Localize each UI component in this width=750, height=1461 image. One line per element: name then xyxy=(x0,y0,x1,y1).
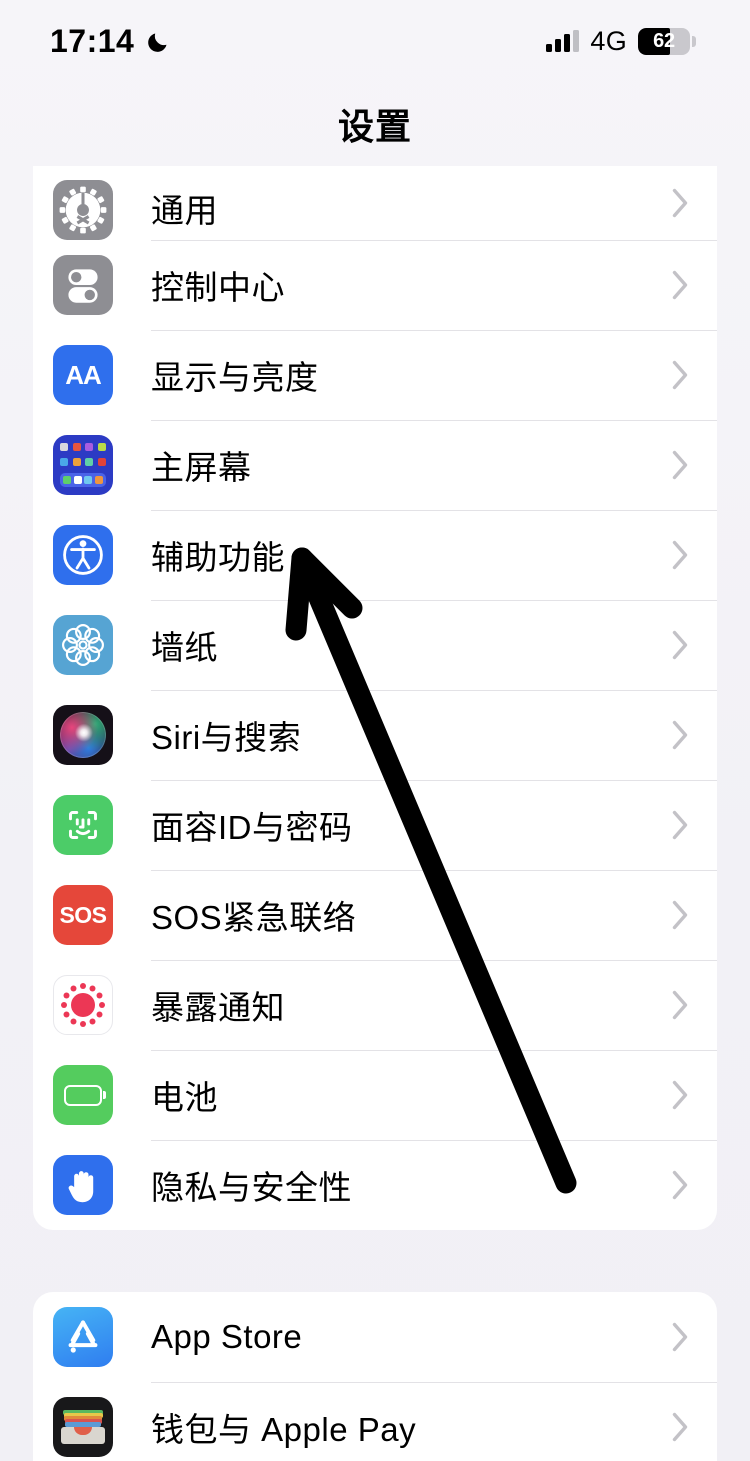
settings-row[interactable]: SOS SOS紧急联络 xyxy=(33,870,717,960)
settings-row[interactable]: Siri与搜索 xyxy=(33,690,717,780)
chevron-right-icon xyxy=(672,360,689,390)
settings-row-label: 暴露通知 xyxy=(151,989,285,1026)
settings-list[interactable]: 通用 控制中心 AA 显示与亮度 主屏幕 辅助功能 墙纸 Siri与搜索 面容ID与密码 SOS S… xyxy=(0,166,750,1461)
wallet-icon xyxy=(53,1397,113,1457)
battery-percent-label: 62 xyxy=(653,29,675,52)
settings-row[interactable]: 面容ID与密码 xyxy=(33,780,717,870)
settings-row-label: 控制中心 xyxy=(151,269,285,306)
aa-text-size-icon: AA xyxy=(53,345,113,405)
iphone-screen: 17:14 4G 62 设置 通用 控制中心 AA 显示与亮度 主屏幕 辅助功能… xyxy=(0,0,750,1461)
app-grid-icon xyxy=(53,435,113,495)
settings-row[interactable]: 电池 xyxy=(33,1050,717,1140)
settings-row-label: 辅助功能 xyxy=(151,539,285,576)
crescent-moon-icon xyxy=(146,28,172,54)
chevron-right-icon xyxy=(672,810,689,840)
status-bar: 17:14 4G 62 xyxy=(0,0,750,82)
settings-row[interactable]: 控制中心 xyxy=(33,240,717,330)
face-id-icon xyxy=(53,795,113,855)
gear-icon xyxy=(53,180,113,240)
settings-group-store-group: App Store 钱包与 Apple Pay xyxy=(33,1292,717,1461)
settings-row[interactable]: 墙纸 xyxy=(33,600,717,690)
settings-row[interactable]: 隐私与安全性 xyxy=(33,1140,717,1230)
battery-status-icon: 62 xyxy=(638,27,696,55)
settings-row-label: 通用 xyxy=(151,192,218,229)
settings-row-label: 面容ID与密码 xyxy=(151,809,353,846)
chevron-right-icon xyxy=(672,990,689,1020)
flower-wallpaper-icon xyxy=(53,615,113,675)
chevron-right-icon xyxy=(672,900,689,930)
navigation-bar: 设置 xyxy=(0,82,750,166)
status-bar-left: 17:14 xyxy=(50,25,172,57)
siri-orb-icon xyxy=(53,705,113,765)
settings-row-label: 显示与亮度 xyxy=(151,359,319,396)
settings-row[interactable]: App Store xyxy=(33,1292,717,1382)
settings-row[interactable]: 主屏幕 xyxy=(33,420,717,510)
chevron-right-icon xyxy=(672,1170,689,1200)
settings-row-label: App Store xyxy=(151,1318,303,1355)
network-type-label: 4G xyxy=(590,25,627,56)
chevron-right-icon xyxy=(672,1322,689,1352)
settings-row[interactable]: 钱包与 Apple Pay xyxy=(33,1382,717,1461)
toggles-icon xyxy=(53,255,113,315)
app-store-icon xyxy=(53,1307,113,1367)
settings-row[interactable]: 辅助功能 xyxy=(33,510,717,600)
chevron-right-icon xyxy=(672,450,689,480)
settings-row[interactable]: 暴露通知 xyxy=(33,960,717,1050)
settings-row-label: 钱包与 Apple Pay xyxy=(151,1411,417,1448)
settings-group-system-group: 通用 控制中心 AA 显示与亮度 主屏幕 辅助功能 墙纸 Siri与搜索 面容ID与密码 SOS S… xyxy=(33,166,717,1230)
chevron-right-icon xyxy=(672,720,689,750)
exposure-notification-icon xyxy=(53,975,113,1035)
status-bar-right: 4G 62 xyxy=(546,26,696,57)
sos-icon: SOS xyxy=(53,885,113,945)
cellular-signal-icon xyxy=(546,30,580,52)
sos-label: SOS xyxy=(59,901,107,928)
battery-icon xyxy=(53,1065,113,1125)
settings-row-label: 隐私与安全性 xyxy=(151,1169,352,1206)
page-title: 设置 xyxy=(337,106,412,147)
chevron-right-icon xyxy=(672,1412,689,1442)
settings-row[interactable]: AA 显示与亮度 xyxy=(33,330,717,420)
settings-row-label: 电池 xyxy=(151,1079,218,1116)
accessibility-person-icon xyxy=(53,525,113,585)
chevron-right-icon xyxy=(672,270,689,300)
chevron-right-icon xyxy=(672,1080,689,1110)
settings-row-label: 墙纸 xyxy=(151,629,218,666)
aa-label: AA xyxy=(65,359,102,390)
hand-privacy-icon xyxy=(53,1155,113,1215)
chevron-right-icon xyxy=(672,188,689,218)
chevron-right-icon xyxy=(672,630,689,660)
chevron-right-icon xyxy=(672,540,689,570)
settings-row-label: SOS紧急联络 xyxy=(151,899,357,936)
status-bar-clock: 17:14 xyxy=(50,23,135,59)
settings-row-label: 主屏幕 xyxy=(151,449,252,486)
settings-row-label: Siri与搜索 xyxy=(151,719,302,756)
settings-row[interactable]: 通用 xyxy=(33,166,717,240)
